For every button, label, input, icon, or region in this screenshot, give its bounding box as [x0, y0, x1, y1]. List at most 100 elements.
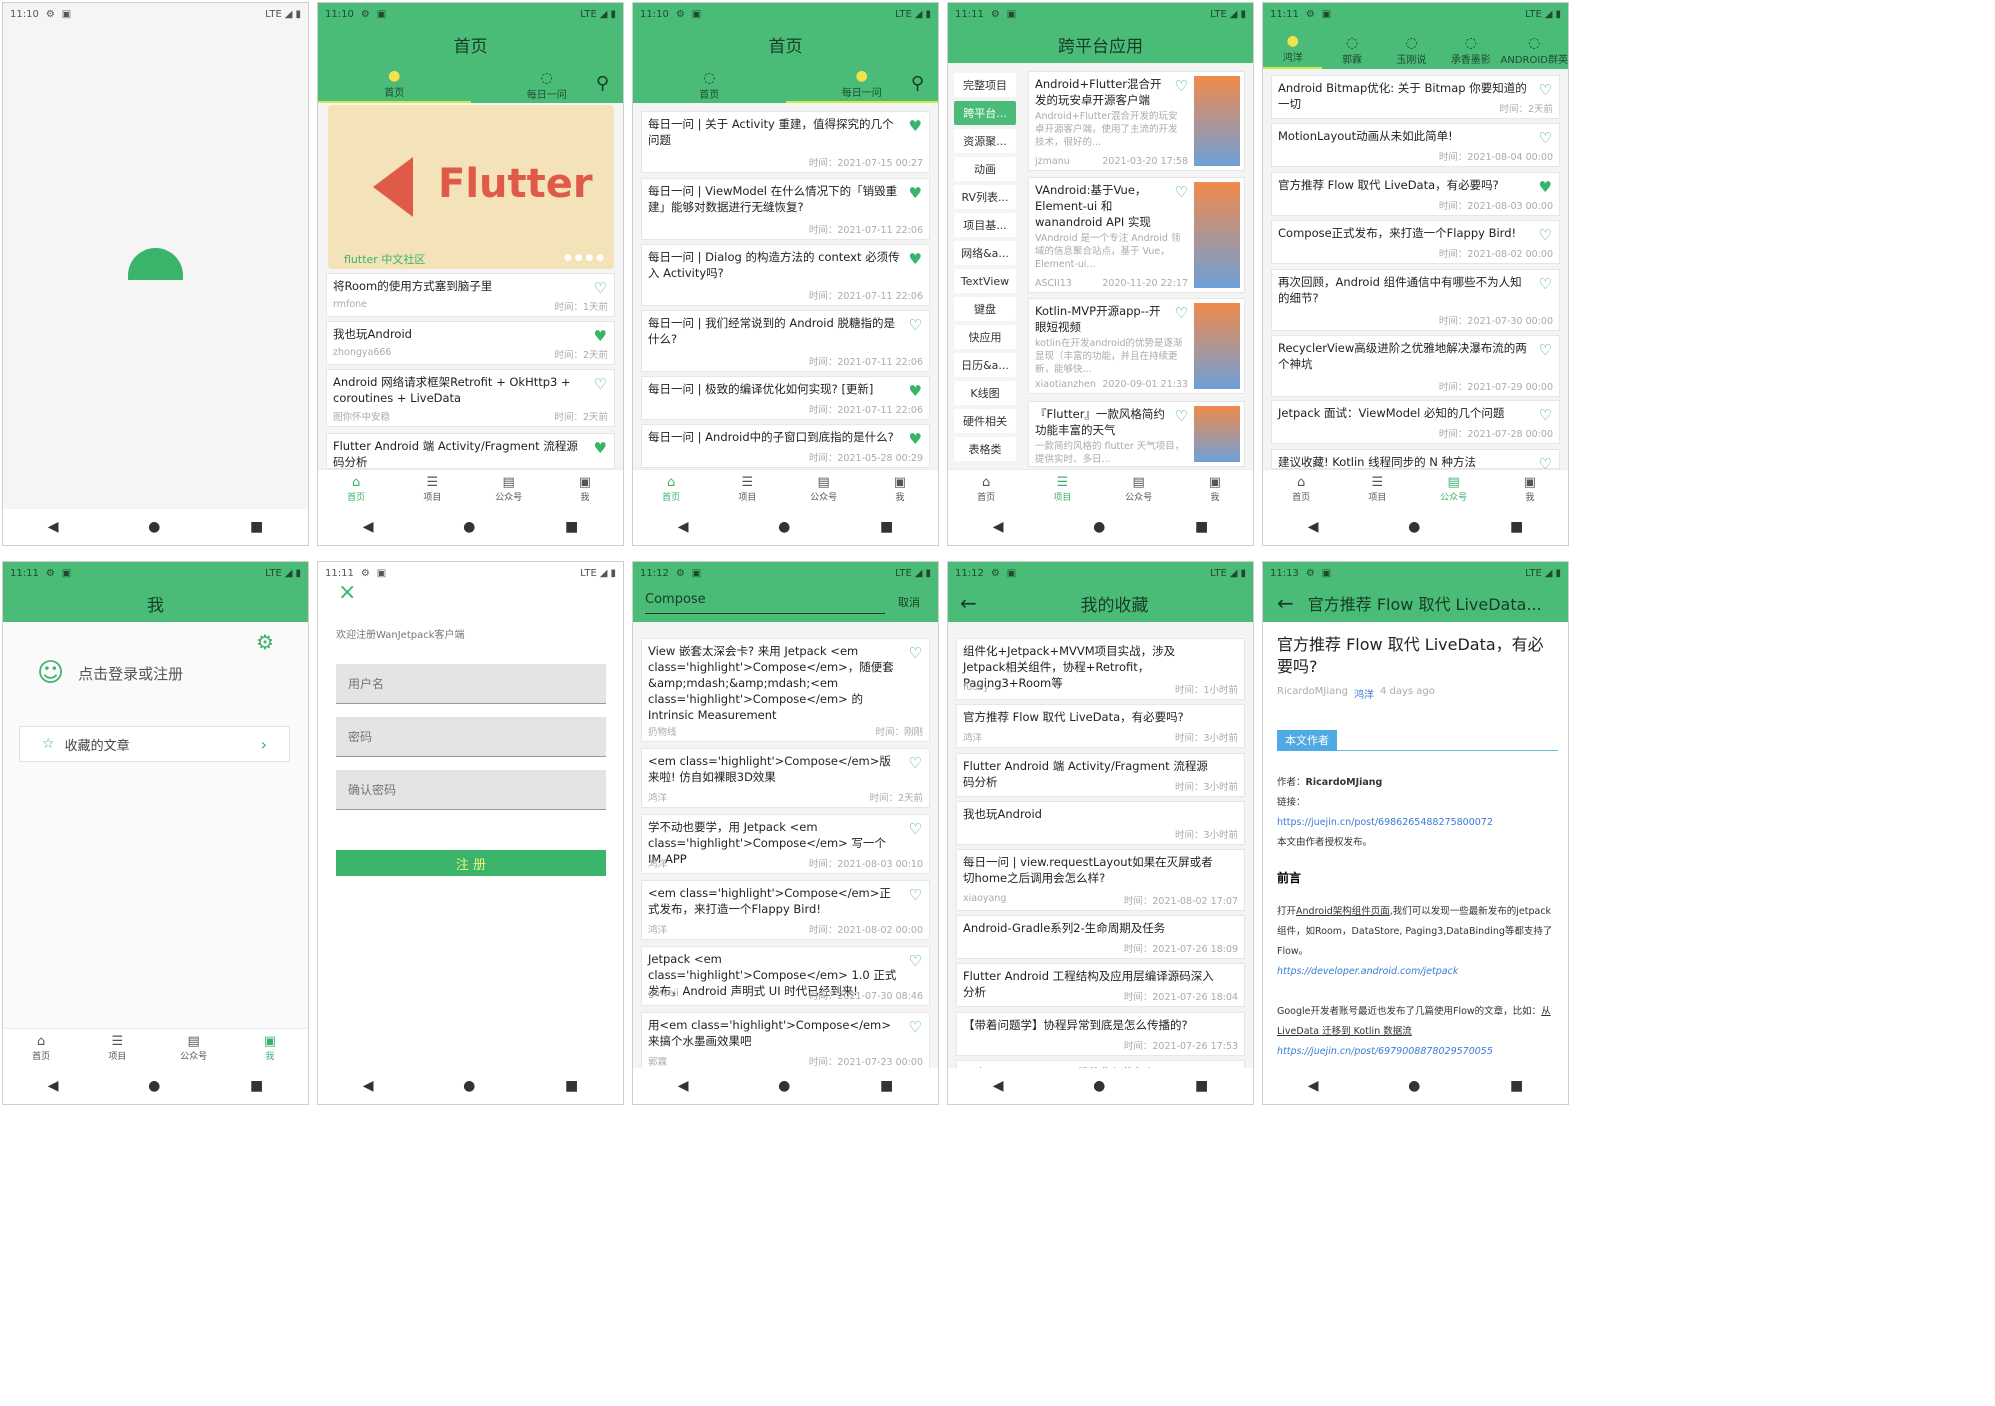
- list-item[interactable]: Flutter Android 端 Activity/Fragment 流程源码…: [326, 433, 615, 469]
- bottom-tab-3[interactable]: ▣ 我: [862, 470, 938, 509]
- list-item[interactable]: Flutter Android 工程结构及应用层编译源码深入分析 时间：2021-…: [956, 963, 1245, 1007]
- confirm-input[interactable]: [336, 770, 606, 810]
- category-item[interactable]: TextView: [954, 269, 1016, 293]
- bottom-tab-3[interactable]: ▣ 我: [1177, 470, 1253, 509]
- heart-icon[interactable]: ♡: [909, 644, 922, 662]
- jetpack-link[interactable]: https://developer.android.com/jetpack: [1277, 962, 1558, 982]
- category-item[interactable]: K线图: [954, 381, 1016, 405]
- list-item[interactable]: 将Room的使用方式塞到脑子里 ♡ rmfone 时间：1天前: [326, 273, 615, 317]
- heart-icon[interactable]: ♡: [909, 754, 922, 772]
- list-item[interactable]: 用<em class='highlight'>Compose</em>来搞个水墨…: [641, 1012, 930, 1072]
- bottom-tab-0[interactable]: ⌂ 首页: [948, 470, 1024, 509]
- list-item[interactable]: Android-Gradle系列2-生命周期及任务 时间：2021-07-26 1…: [956, 915, 1245, 959]
- back-button[interactable]: ◀: [993, 1078, 1004, 1094]
- project-card[interactable]: Kotlin-MVP开源app--开眼短视频 ♡ kotlin在开发android的…: [1028, 298, 1245, 394]
- user-input[interactable]: [336, 664, 606, 704]
- category-item[interactable]: 快应用: [954, 325, 1016, 349]
- back-button[interactable]: ◀: [678, 519, 689, 535]
- back-button[interactable]: ◀: [678, 1078, 689, 1094]
- heart-icon[interactable]: ♡: [1175, 183, 1188, 201]
- list-item[interactable]: View 嵌套太深会卡? 来用 Jetpack <em class='highl…: [641, 638, 930, 742]
- category-item[interactable]: 键盘: [954, 297, 1016, 321]
- heart-icon[interactable]: ♡: [909, 886, 922, 904]
- back-button[interactable]: ◀: [48, 519, 59, 535]
- pwd-input[interactable]: [336, 717, 606, 757]
- register-button[interactable]: 注 册: [336, 850, 606, 876]
- back-button[interactable]: ◀: [48, 1078, 59, 1094]
- recents-button[interactable]: ■: [565, 1078, 578, 1094]
- back-button[interactable]: ◀: [363, 1078, 374, 1094]
- tab-home[interactable]: ◌ 首页: [633, 63, 786, 103]
- bottom-tab-3[interactable]: ▣ 我: [547, 470, 623, 509]
- category-item[interactable]: 表格类: [954, 437, 1016, 461]
- home-button[interactable]: ●: [463, 1078, 475, 1094]
- back-button[interactable]: ◀: [1308, 519, 1319, 535]
- category-item[interactable]: 网络&a...: [954, 241, 1016, 265]
- heart-icon[interactable]: ♥: [594, 439, 607, 457]
- close-icon[interactable]: ×: [338, 580, 356, 605]
- category-item[interactable]: RV列表...: [954, 185, 1016, 209]
- list-item[interactable]: RecyclerView高级进阶之优雅地解决瀑布流的两个神坑 ♡ 时间：2021-0…: [1271, 335, 1560, 397]
- back-arrow-icon[interactable]: ←: [960, 591, 977, 615]
- list-item[interactable]: 每日一问 | Android中的子窗口到底指的是什么? ♥ 时间：2021-05-2…: [641, 424, 930, 468]
- heart-icon[interactable]: ♡: [1175, 77, 1188, 95]
- migration-link[interactable]: https://juejin.cn/post/69790088780295700…: [1277, 1042, 1558, 1062]
- bottom-tab-1[interactable]: ☰ 项目: [1339, 470, 1415, 509]
- list-item[interactable]: 官方推荐 Flow 取代 LiveData，有必要吗? 鸿洋 时间：3小时前: [956, 704, 1245, 748]
- list-item[interactable]: 每日一问 | 关于 Activity 重建，值得探究的几个问题 ♥ 时间：2021-…: [641, 111, 930, 173]
- bottom-tab-0[interactable]: ⌂ 首页: [3, 1029, 79, 1068]
- bottom-tab-3[interactable]: ▣ 我: [232, 1029, 308, 1068]
- heart-icon[interactable]: ♡: [909, 820, 922, 838]
- back-button[interactable]: ◀: [993, 519, 1004, 535]
- heart-icon[interactable]: ♥: [594, 327, 607, 345]
- tab-home[interactable]: ● 首页: [318, 63, 471, 103]
- list-item[interactable]: 官方推荐 Flow 取代 LiveData，有必要吗? ♥ 时间：2021-08-0…: [1271, 172, 1560, 216]
- banner[interactable]: Flutter flutter 中文社区 ● ● ● ●: [328, 105, 614, 269]
- heart-icon[interactable]: ♡: [1539, 81, 1552, 99]
- source-link[interactable]: https://juejin.cn/post/69862654882758000…: [1277, 813, 1558, 833]
- category-item[interactable]: 项目基...: [954, 213, 1016, 237]
- bottom-tab-2[interactable]: ▤ 公众号: [1101, 470, 1177, 509]
- home-button[interactable]: ●: [1408, 519, 1420, 535]
- list-item[interactable]: 【带着问题学】协程异常到底是怎么传播的? 时间：2021-07-26 17:53: [956, 1012, 1245, 1056]
- category-item[interactable]: 动画: [954, 157, 1016, 181]
- heart-icon[interactable]: ♡: [909, 1018, 922, 1036]
- p1-link[interactable]: Android架构组件页面: [1296, 906, 1390, 917]
- heart-icon[interactable]: ♡: [594, 375, 607, 393]
- bottom-tab-2[interactable]: ▤ 公众号: [786, 470, 862, 509]
- bottom-tab-3[interactable]: ▣ 我: [1492, 470, 1568, 509]
- project-card[interactable]: Android+Flutter混合开发的玩安卓开源客户端 ♡ Android+Flu…: [1028, 71, 1245, 171]
- bottom-tab-0[interactable]: ⌂ 首页: [633, 470, 709, 509]
- login-row[interactable]: ☺ 点击登录或注册: [37, 658, 183, 688]
- heart-icon[interactable]: ♥: [1539, 178, 1552, 196]
- recents-button[interactable]: ■: [250, 1078, 263, 1094]
- list-item[interactable]: 建议收藏! Kotlin 线程同步的 N 种方法 ♡: [1271, 449, 1560, 473]
- cancel-button[interactable]: 取消: [898, 594, 920, 610]
- recents-button[interactable]: ■: [880, 1078, 893, 1094]
- category-item[interactable]: 完整项目: [954, 73, 1016, 97]
- list-item[interactable]: Android Bitmap优化: 关于 Bitmap 你要知道的一切 ♡ 时间：2…: [1271, 75, 1560, 119]
- list-item[interactable]: Jetpack 面试：ViewModel 必知的几个问题 ♡ 时间：2021-07-…: [1271, 400, 1560, 444]
- recents-button[interactable]: ■: [250, 519, 263, 535]
- list-item[interactable]: <em class='highlight'>Compose</em>正式发布，来…: [641, 880, 930, 940]
- bottom-tab-1[interactable]: ☰ 项目: [394, 470, 470, 509]
- heart-icon[interactable]: ♥: [909, 430, 922, 448]
- author-tab[interactable]: ● 鸿洋: [1263, 25, 1323, 69]
- list-item[interactable]: Jetpack <em class='highlight'>Compose</e…: [641, 946, 930, 1006]
- recents-button[interactable]: ■: [565, 519, 578, 535]
- category-item[interactable]: 资源聚...: [954, 129, 1016, 153]
- project-card[interactable]: VAndroid:基于Vue，Element-ui 和 wanandroid A…: [1028, 177, 1245, 293]
- heart-icon[interactable]: ♥: [909, 250, 922, 268]
- heart-icon[interactable]: ♡: [1539, 275, 1552, 293]
- list-item[interactable]: Android 网络请求框架Retrofit + OkHttp3 + corou…: [326, 369, 615, 427]
- list-item[interactable]: 每日一问 | Dialog 的构造方法的 context 必须传入 Activi…: [641, 244, 930, 306]
- bottom-tab-0[interactable]: ⌂ 首页: [318, 470, 394, 509]
- heart-icon[interactable]: ♡: [1539, 129, 1552, 147]
- home-button[interactable]: ●: [463, 519, 475, 535]
- list-item[interactable]: MotionLayout动画从未如此简单! ♡ 时间：2021-08-04 00:0…: [1271, 123, 1560, 167]
- home-button[interactable]: ●: [1093, 1078, 1105, 1094]
- heart-icon[interactable]: ♡: [1175, 304, 1188, 322]
- home-button[interactable]: ●: [1408, 1078, 1420, 1094]
- heart-icon[interactable]: ♥: [909, 184, 922, 202]
- home-button[interactable]: ●: [1093, 519, 1105, 535]
